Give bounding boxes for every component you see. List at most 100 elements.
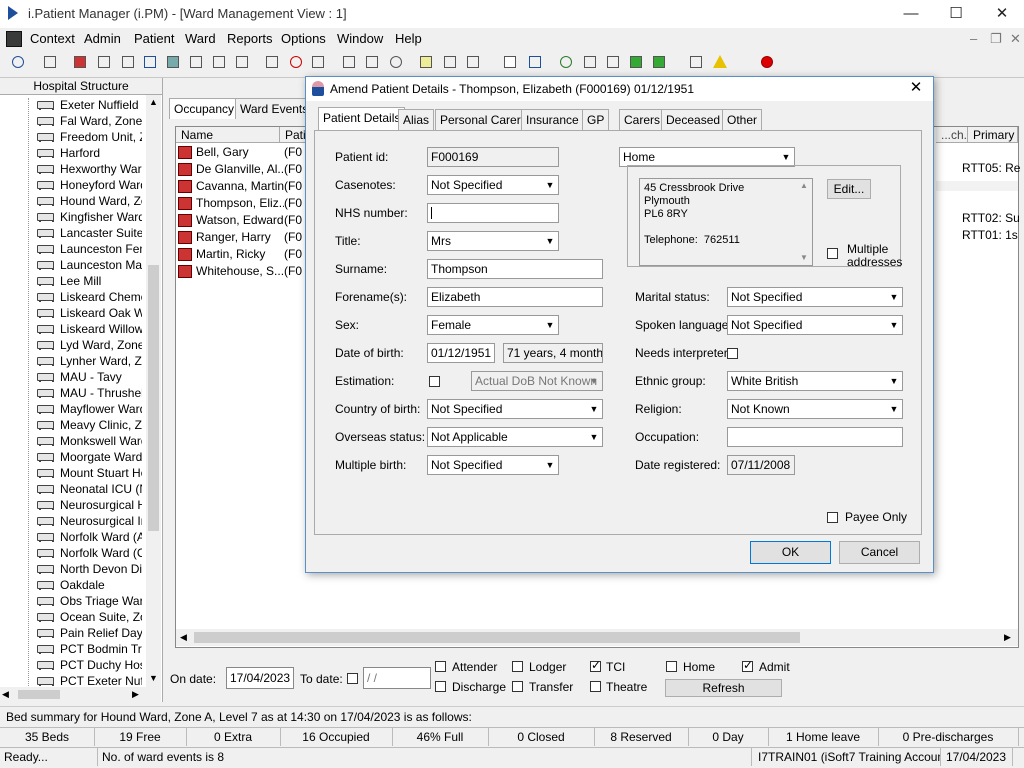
ethnic-group-select[interactable]: White British ▼ (727, 371, 903, 391)
patient-row[interactable]: Bell, Gary (F0 (178, 144, 302, 161)
ward-item[interactable]: Liskeard Oak Wa (36, 304, 142, 320)
notepad-icon[interactable] (416, 52, 436, 72)
ward-item[interactable]: Norfolk Ward (Co (36, 544, 142, 560)
tab-gp[interactable]: GP (582, 109, 610, 131)
patient-row[interactable]: Cavanna, Martin(F0 (178, 178, 302, 195)
document-icon[interactable] (500, 52, 520, 72)
ward-item[interactable]: Neurosurgical Inte (36, 512, 142, 528)
ward-item[interactable]: Ocean Suite, Zor (36, 608, 142, 624)
patient-id-field[interactable]: F000169 (427, 147, 559, 167)
needs-interpreter-checkbox[interactable] (727, 348, 738, 359)
maximize-button[interactable]: ☐ (933, 0, 979, 28)
sex-select[interactable]: Female ▼ (427, 315, 559, 335)
tab-other[interactable]: Other (722, 109, 763, 131)
mail-icon[interactable] (140, 52, 160, 72)
multiple-birth-select[interactable]: Not Specified ▼ (427, 455, 559, 475)
ward-item[interactable]: Mount Stuart Hos (36, 464, 142, 480)
tab-occupancy[interactable]: Occupancy (169, 98, 240, 119)
ward-item[interactable]: Freedom Unit, Zo (36, 128, 142, 144)
form-down-icon[interactable] (603, 52, 623, 72)
patient-row[interactable]: Whitehouse, S...(F0 (178, 263, 302, 280)
column-other[interactable]: ...ch... (936, 127, 968, 143)
mdi-close-button[interactable]: ✕ (1010, 31, 1021, 47)
home-checkbox[interactable] (666, 661, 677, 672)
tab-carers[interactable]: Carers (619, 109, 666, 131)
mdi-minimize-button[interactable]: – (970, 31, 977, 46)
tab-personal-carers[interactable]: Personal Carers (435, 109, 532, 131)
menu-window[interactable]: Window (337, 31, 383, 46)
estimation-select[interactable]: Actual DoB Not Known ▼ (471, 371, 603, 391)
patient-row[interactable]: Ranger, Harry (F0 (178, 229, 302, 246)
menu-help[interactable]: Help (395, 31, 422, 46)
ward-item[interactable]: Fal Ward, Zone E (36, 112, 142, 128)
ward-item[interactable]: Liskeard Willow V (36, 320, 142, 336)
ambulance-icon[interactable] (440, 52, 460, 72)
ward-item[interactable]: North Devon Dist (36, 560, 142, 576)
surname-field[interactable]: Thompson (427, 259, 603, 279)
menu-options[interactable]: Options (281, 31, 326, 46)
nhs-number-field[interactable] (427, 203, 559, 223)
multiple-addresses-checkbox[interactable] (827, 248, 838, 259)
marital-status-select[interactable]: Not Specified ▼ (727, 287, 903, 307)
country-of-birth-select[interactable]: Not Specified ▼ (427, 399, 603, 419)
refresh-button[interactable]: Refresh (665, 679, 782, 697)
ward-item[interactable]: Pain Relief Day C (36, 624, 142, 640)
menu-context[interactable]: Context (30, 31, 75, 46)
scroll-down-icon[interactable]: ▼ (800, 253, 808, 262)
ward-tree-scrollbar[interactable]: ▲ ▼ (146, 95, 161, 687)
ward-item[interactable]: Oakdale (36, 576, 142, 592)
scroll-right-icon[interactable]: ▶ (1004, 629, 1011, 646)
scroll-left-icon[interactable]: ◀ (180, 629, 187, 646)
dialog-close-button[interactable]: ✕ (906, 78, 926, 98)
clock-icon[interactable] (286, 52, 306, 72)
ward-item[interactable]: Lynher Ward, Zor (36, 352, 142, 368)
address-type-select[interactable]: Home ▼ (619, 147, 795, 167)
patient-row[interactable]: Watson, Edward(F0 (178, 212, 302, 229)
column-name[interactable]: Name (176, 127, 280, 143)
tci-checkbox[interactable] (590, 658, 601, 672)
form-sync-icon[interactable] (649, 52, 669, 72)
ward-item[interactable]: Lyd Ward, Zone I (36, 336, 142, 352)
payee-only-checkbox[interactable] (827, 512, 838, 523)
ward-item[interactable]: Norfolk Ward (Ad (36, 528, 142, 544)
ward-item[interactable]: Hound Ward, Zo (36, 192, 142, 208)
ward-item[interactable]: Liskeard Chemo D (36, 288, 142, 304)
ward-item[interactable]: Hexworthy Ward, (36, 160, 142, 176)
tab-alias[interactable]: Alias (398, 109, 435, 131)
tab-deceased[interactable]: Deceased (661, 109, 726, 131)
ward-item[interactable]: Launceston Male (36, 256, 142, 272)
cancel-list-icon[interactable] (262, 52, 282, 72)
to-date-checkbox[interactable] (347, 673, 358, 684)
ward-item[interactable]: Neurosurgical Hig (36, 496, 142, 512)
ward-item[interactable]: Exeter Nuffield He (36, 98, 142, 112)
scroll-up-icon[interactable]: ▲ (146, 95, 161, 110)
occupation-field[interactable] (727, 427, 903, 447)
ward-item[interactable]: PCT Bodmin Trea (36, 640, 142, 656)
scroll-down-icon[interactable]: ▼ (146, 671, 161, 686)
ward-item[interactable]: Lee Mill (36, 272, 142, 288)
screen-icon[interactable] (339, 52, 359, 72)
tab-insurance[interactable]: Insurance (521, 109, 584, 131)
hscroll-thumb[interactable] (18, 690, 60, 699)
casenotes-icon[interactable] (70, 52, 90, 72)
ward-item[interactable]: Obs Triage Ward (36, 592, 142, 608)
doctor-icon[interactable] (163, 52, 183, 72)
notes-icon[interactable] (186, 52, 206, 72)
patient-row[interactable]: De Glanville, Al...(F0 (178, 161, 302, 178)
ward-item[interactable]: Mayflower Ward, (36, 400, 142, 416)
ward-item[interactable]: PCT Exeter Nuffi (36, 672, 142, 688)
close-button[interactable]: ✕ (979, 0, 1024, 28)
ward-item[interactable]: Launceston Fema (36, 240, 142, 256)
patient-row[interactable]: Martin, Ricky (F0 (178, 246, 302, 263)
menu-admin[interactable]: Admin (84, 31, 121, 46)
screen-clock-icon[interactable] (386, 52, 406, 72)
globe-icon[interactable] (556, 52, 576, 72)
cancel-button[interactable]: Cancel (839, 541, 920, 564)
scroll-up-icon[interactable]: ▲ (800, 181, 808, 190)
on-date-field[interactable]: 17/04/2023 (226, 667, 294, 689)
bed-transfer-icon[interactable] (232, 52, 252, 72)
child-window-icon[interactable] (6, 31, 22, 47)
form-green-icon[interactable] (626, 52, 646, 72)
overseas-status-select[interactable]: Not Applicable ▼ (427, 427, 603, 447)
lodger-checkbox[interactable] (512, 661, 523, 672)
